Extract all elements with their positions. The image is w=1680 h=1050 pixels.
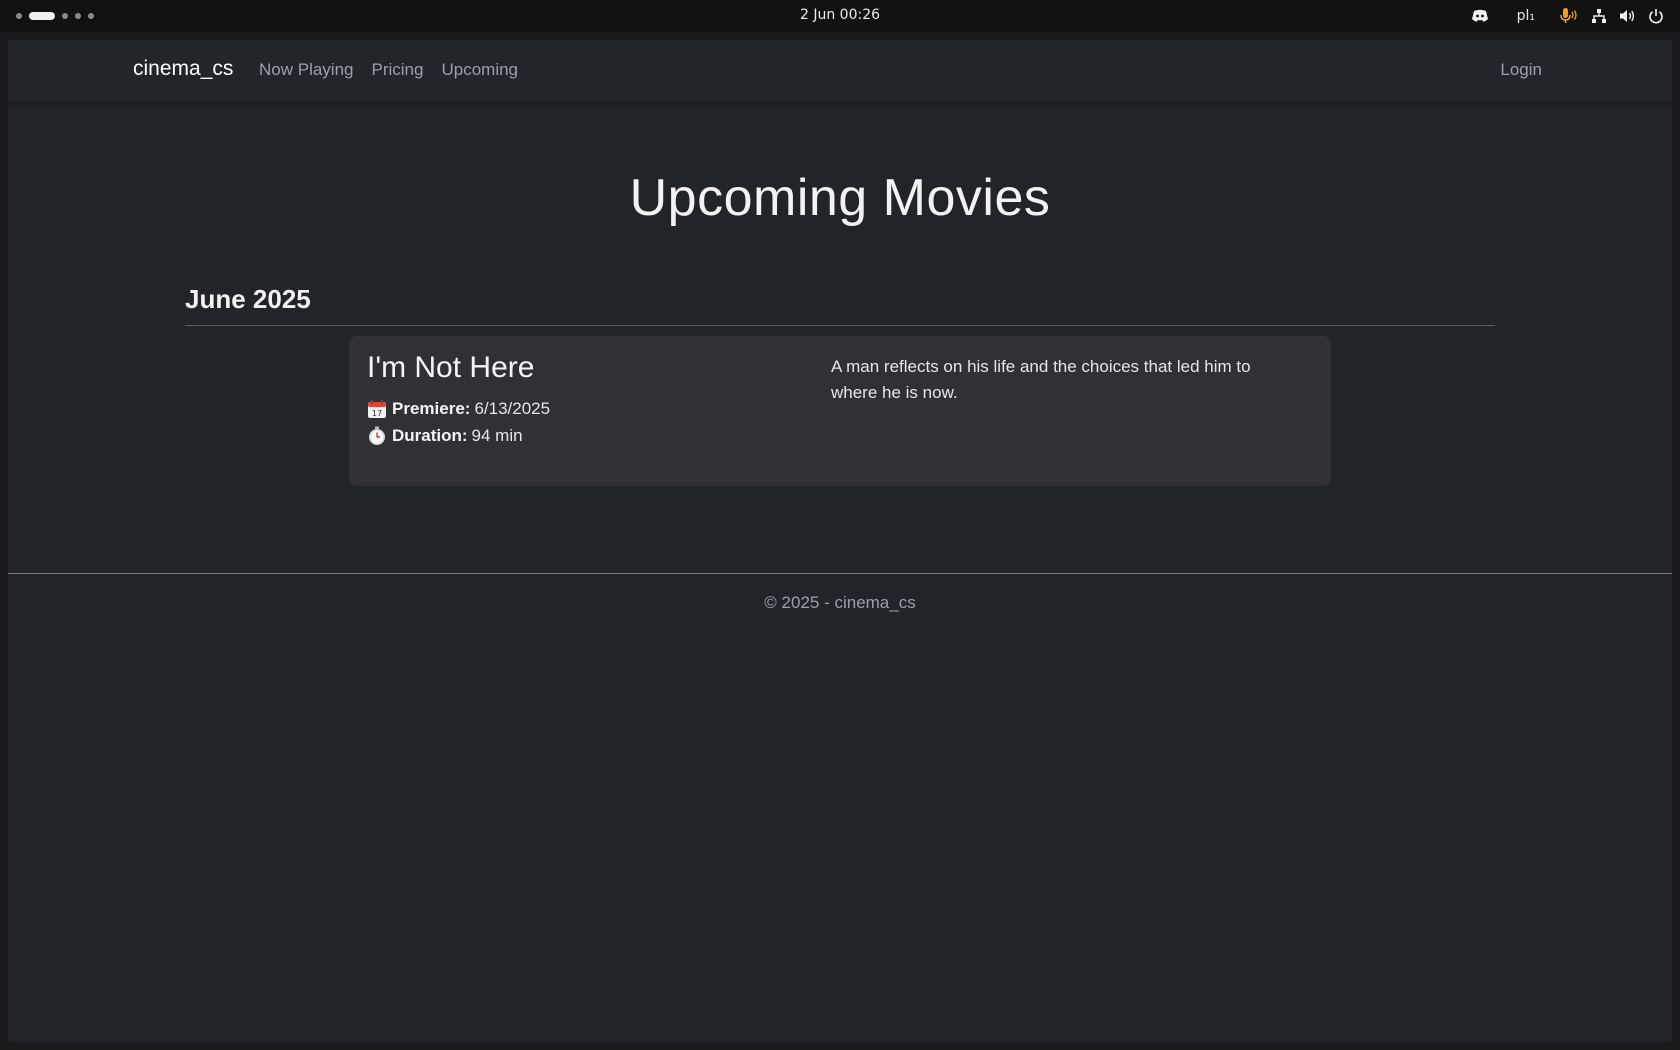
month-divider — [185, 325, 1495, 326]
nav-link-pricing[interactable]: Pricing — [372, 60, 424, 80]
stopwatch-icon — [367, 426, 387, 446]
duration-value: 94 min — [471, 426, 523, 445]
premiere-row: 17 Premiere: 6/13/2025 — [367, 399, 550, 419]
navbar: cinema_cs Now Playing Pricing Upcoming L… — [8, 40, 1672, 102]
browser-window: cinema_cs Now Playing Pricing Upcoming L… — [8, 40, 1672, 1042]
power-icon[interactable] — [1648, 5, 1664, 27]
microphone-icon[interactable] — [1559, 5, 1579, 27]
duration-label: Duration: — [392, 426, 468, 445]
premiere-value: 6/13/2025 — [474, 399, 551, 418]
nav-links: Now Playing Pricing Upcoming — [259, 60, 518, 80]
svg-text:17: 17 — [372, 409, 382, 418]
volume-icon[interactable] — [1619, 5, 1636, 27]
discord-icon[interactable] — [1471, 5, 1489, 27]
premiere-label: Premiere: — [392, 399, 471, 418]
month-heading: June 2025 — [185, 284, 311, 314]
system-top-bar: 2 Jun 00:26 pl₁ — [0, 0, 1680, 32]
footer-copyright: © 2025 - cinema_cs — [764, 593, 916, 612]
footer-divider — [8, 573, 1672, 574]
nav-link-now-playing[interactable]: Now Playing — [259, 60, 354, 80]
movie-card[interactable]: I'm Not Here 17 Premiere: 6/13/2025 Dura… — [349, 336, 1331, 486]
network-icon[interactable] — [1591, 5, 1607, 27]
calendar-icon: 17 — [367, 399, 387, 419]
login-link[interactable]: Login — [1500, 60, 1542, 80]
movie-title: I'm Not Here — [367, 351, 535, 384]
nav-link-upcoming[interactable]: Upcoming — [441, 60, 518, 80]
system-clock[interactable]: 2 Jun 00:26 — [0, 7, 1680, 23]
keyboard-layout-indicator[interactable]: pl₁ — [1517, 5, 1535, 27]
movie-description: A man reflects on his life and the choic… — [831, 357, 1251, 402]
system-tray: pl₁ — [1471, 5, 1664, 27]
page-title: Upcoming Movies — [629, 169, 1051, 227]
brand-link[interactable]: cinema_cs — [133, 57, 233, 81]
duration-row: Duration: 94 min — [367, 426, 523, 446]
